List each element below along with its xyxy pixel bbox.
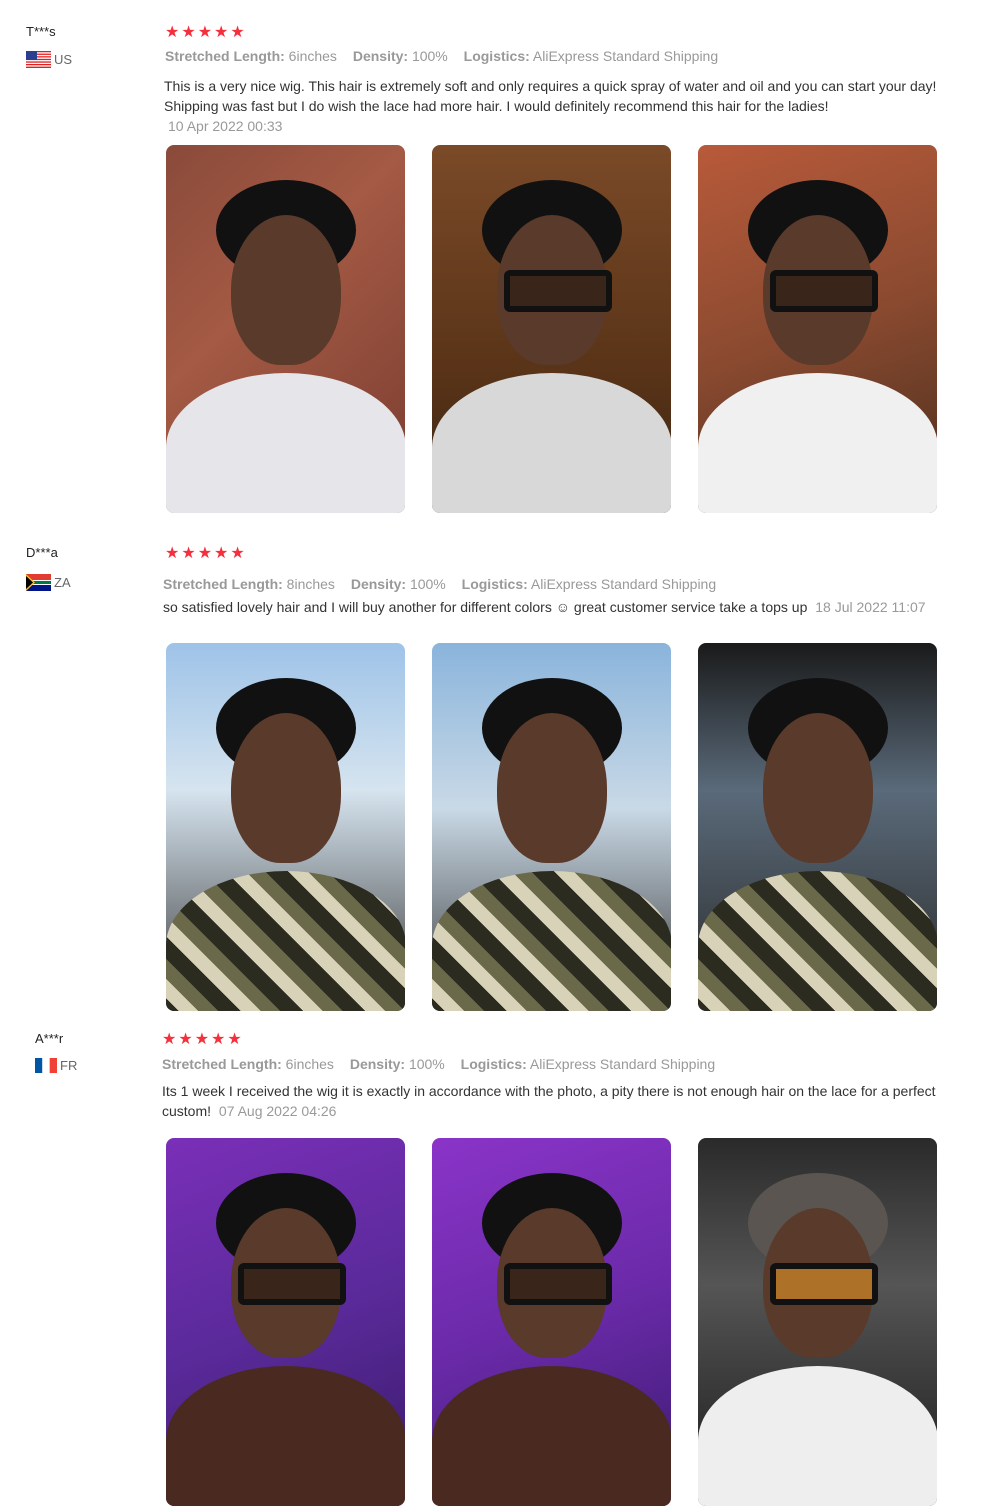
stretched-length-label: Stretched Length:	[162, 1056, 282, 1072]
star-icon: ★	[194, 1031, 210, 1048]
star-icon: ★	[211, 1031, 226, 1048]
review-date: 18 Jul 2022 11:07	[815, 599, 926, 615]
za-flag-icon	[26, 574, 51, 591]
rating-stars: ★ ★ ★ ★ ★	[165, 25, 245, 41]
logistics-value: AliExpress Standard Shipping	[532, 48, 719, 64]
star-icon: ★	[230, 545, 245, 562]
stretched-length-label: Stretched Length:	[165, 48, 285, 64]
stretched-length-label: Stretched Length:	[163, 576, 283, 592]
review-photo[interactable]	[432, 643, 671, 1011]
stretched-length-value: 6inches	[288, 48, 337, 64]
country-code: US	[54, 52, 73, 67]
review-photos	[166, 643, 937, 1011]
review-photo[interactable]	[698, 1138, 937, 1506]
star-icon: ★	[214, 545, 229, 562]
stretched-length-value: 6inches	[285, 1056, 334, 1072]
review-date: 10 Apr 2022 00:33	[168, 118, 283, 134]
reviewer-name: T***s	[26, 24, 56, 39]
review-photo[interactable]	[698, 145, 937, 513]
review-photo[interactable]	[166, 643, 405, 1011]
density-label: Density:	[352, 48, 409, 64]
logistics-value: AliExpress Standard Shipping	[529, 1056, 716, 1072]
country-code: FR	[60, 1058, 78, 1073]
star-icon: ★	[181, 24, 196, 41]
logistics-label: Logistics:	[460, 1056, 527, 1072]
review-date: 07 Aug 2022 04:26	[218, 1103, 337, 1119]
star-icon: ★	[230, 24, 245, 41]
star-icon: ★	[214, 24, 229, 41]
review-body: so satisfied lovely hair and I will buy …	[163, 599, 808, 615]
review-photo[interactable]	[432, 1138, 671, 1506]
sku-info: Stretched Length: 6inches Density: 100% …	[162, 1056, 727, 1072]
star-icon: ★	[178, 1031, 193, 1048]
sku-info: Stretched Length: 6inches Density: 100% …	[165, 48, 730, 64]
country-code: ZA	[54, 575, 71, 590]
review-item: T***s US ★ ★ ★ ★ ★ Stretched Length: 6in…	[0, 0, 1000, 520]
review-item: D***a ZA ★ ★ ★ ★ ★ Stretched Length: 8in…	[0, 520, 1000, 1020]
density-label: Density:	[349, 1056, 406, 1072]
reviewer-name: D***a	[26, 545, 58, 560]
density-value: 100%	[411, 48, 448, 64]
reviewer-country: ZA	[26, 574, 71, 591]
review-photos	[166, 1138, 937, 1506]
rating-stars: ★ ★ ★ ★ ★	[165, 546, 245, 562]
reviewer-country: US	[26, 51, 72, 68]
star-icon: ★	[162, 1031, 177, 1048]
star-icon: ★	[197, 24, 213, 41]
density-value: 100%	[408, 1056, 445, 1072]
review-photo[interactable]	[698, 643, 937, 1011]
density-value: 100%	[409, 576, 446, 592]
review-photo[interactable]	[432, 145, 671, 513]
logistics-value: AliExpress Standard Shipping	[530, 576, 717, 592]
logistics-label: Logistics:	[461, 576, 528, 592]
review-body: This is a very nice wig. This hair is ex…	[164, 78, 937, 114]
review-item: A***r FR ★ ★ ★ ★ ★ Stretched Length: 6in…	[0, 1020, 1000, 1510]
reviewer-country: FR	[35, 1058, 77, 1073]
us-flag-icon	[26, 51, 51, 68]
density-label: Density:	[350, 576, 407, 592]
sku-info: Stretched Length: 8inches Density: 100% …	[163, 576, 728, 592]
rating-stars: ★ ★ ★ ★ ★	[162, 1032, 242, 1048]
star-icon: ★	[165, 545, 180, 562]
star-icon: ★	[197, 545, 213, 562]
review-text: Its 1 week I received the wig it is exac…	[162, 1081, 952, 1121]
reviewer-name: A***r	[35, 1031, 64, 1046]
review-text: This is a very nice wig. This hair is ex…	[164, 76, 964, 136]
review-photo[interactable]	[166, 1138, 405, 1506]
review-photos	[166, 145, 937, 513]
star-icon: ★	[165, 24, 180, 41]
star-icon: ★	[181, 545, 196, 562]
review-text: so satisfied lovely hair and I will buy …	[163, 597, 953, 617]
review-photo[interactable]	[166, 145, 405, 513]
star-icon: ★	[227, 1031, 242, 1048]
stretched-length-value: 8inches	[286, 576, 335, 592]
fr-flag-icon	[35, 1058, 57, 1073]
logistics-label: Logistics:	[463, 48, 530, 64]
